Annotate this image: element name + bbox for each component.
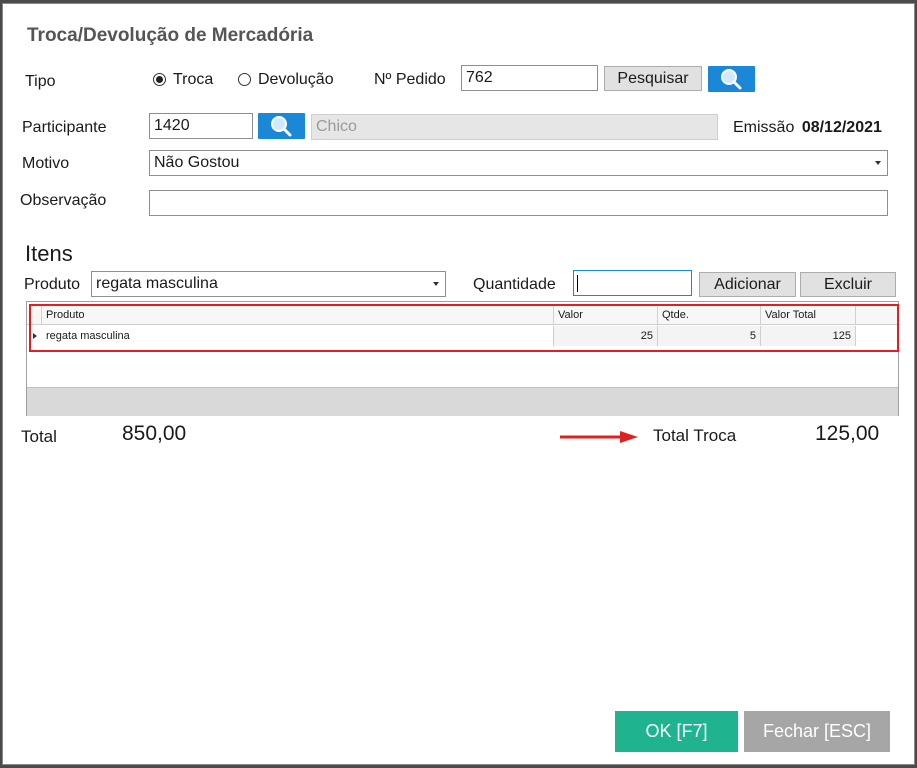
dialog-window: Troca/Devolução de Mercadória Tipo Troca… — [2, 3, 915, 765]
chevron-down-icon — [433, 282, 439, 286]
observacao-input[interactable] — [149, 190, 888, 216]
fechar-button[interactable]: Fechar [ESC] — [744, 711, 890, 752]
pedido-search-button[interactable] — [708, 66, 755, 92]
pesquisar-button[interactable]: Pesquisar — [604, 66, 702, 91]
quantidade-input[interactable] — [573, 270, 692, 296]
radio-troca-label[interactable]: Troca — [173, 71, 213, 89]
tipo-label: Tipo — [25, 73, 56, 90]
produto-value: regata masculina — [96, 275, 218, 292]
adicionar-button[interactable]: Adicionar — [699, 272, 796, 297]
motivo-select[interactable]: Não Gostou — [149, 150, 888, 176]
red-arrow-icon — [560, 431, 638, 443]
pedido-label: Nº Pedido — [374, 71, 446, 88]
chevron-down-icon — [875, 161, 881, 165]
dialog-title: Troca/Devolução de Mercadória — [27, 25, 314, 46]
highlight-box — [29, 304, 899, 352]
produto-select[interactable]: regata masculina — [91, 271, 446, 297]
text-cursor — [577, 275, 578, 292]
total-label: Total — [21, 427, 57, 446]
participante-search-button[interactable] — [258, 113, 305, 139]
emissao-date: 08/12/2021 — [801, 119, 882, 136]
produto-label: Produto — [24, 276, 81, 293]
grid-footer — [27, 387, 898, 416]
total-troca-label: Total Troca — [653, 426, 737, 445]
emissao-label: Emissão 08/12/2021 — [733, 119, 882, 137]
motivo-label: Motivo — [22, 155, 70, 172]
radio-devolucao-label[interactable]: Devolução — [258, 71, 334, 89]
radio-devolucao[interactable] — [238, 73, 251, 86]
quantidade-label: Quantidade — [473, 276, 556, 293]
magnifier-icon — [721, 69, 742, 90]
magnifier-icon — [271, 116, 292, 137]
participante-name-input: Chico — [311, 114, 718, 140]
itens-heading: Itens — [25, 241, 73, 266]
radio-troca[interactable] — [153, 73, 166, 86]
participante-code-input[interactable]: 1420 — [149, 113, 253, 139]
emissao-label-text: Emissão — [733, 119, 795, 136]
excluir-button[interactable]: Excluir — [800, 272, 896, 297]
total-value: 850,00 — [122, 422, 187, 445]
observacao-label: Observação — [20, 192, 107, 209]
total-troca-value: 125,00 — [815, 422, 880, 445]
pedido-input[interactable]: 762 — [461, 65, 598, 91]
ok-button[interactable]: OK [F7] — [615, 711, 738, 752]
participante-label: Participante — [22, 119, 107, 136]
motivo-value: Não Gostou — [154, 154, 240, 171]
